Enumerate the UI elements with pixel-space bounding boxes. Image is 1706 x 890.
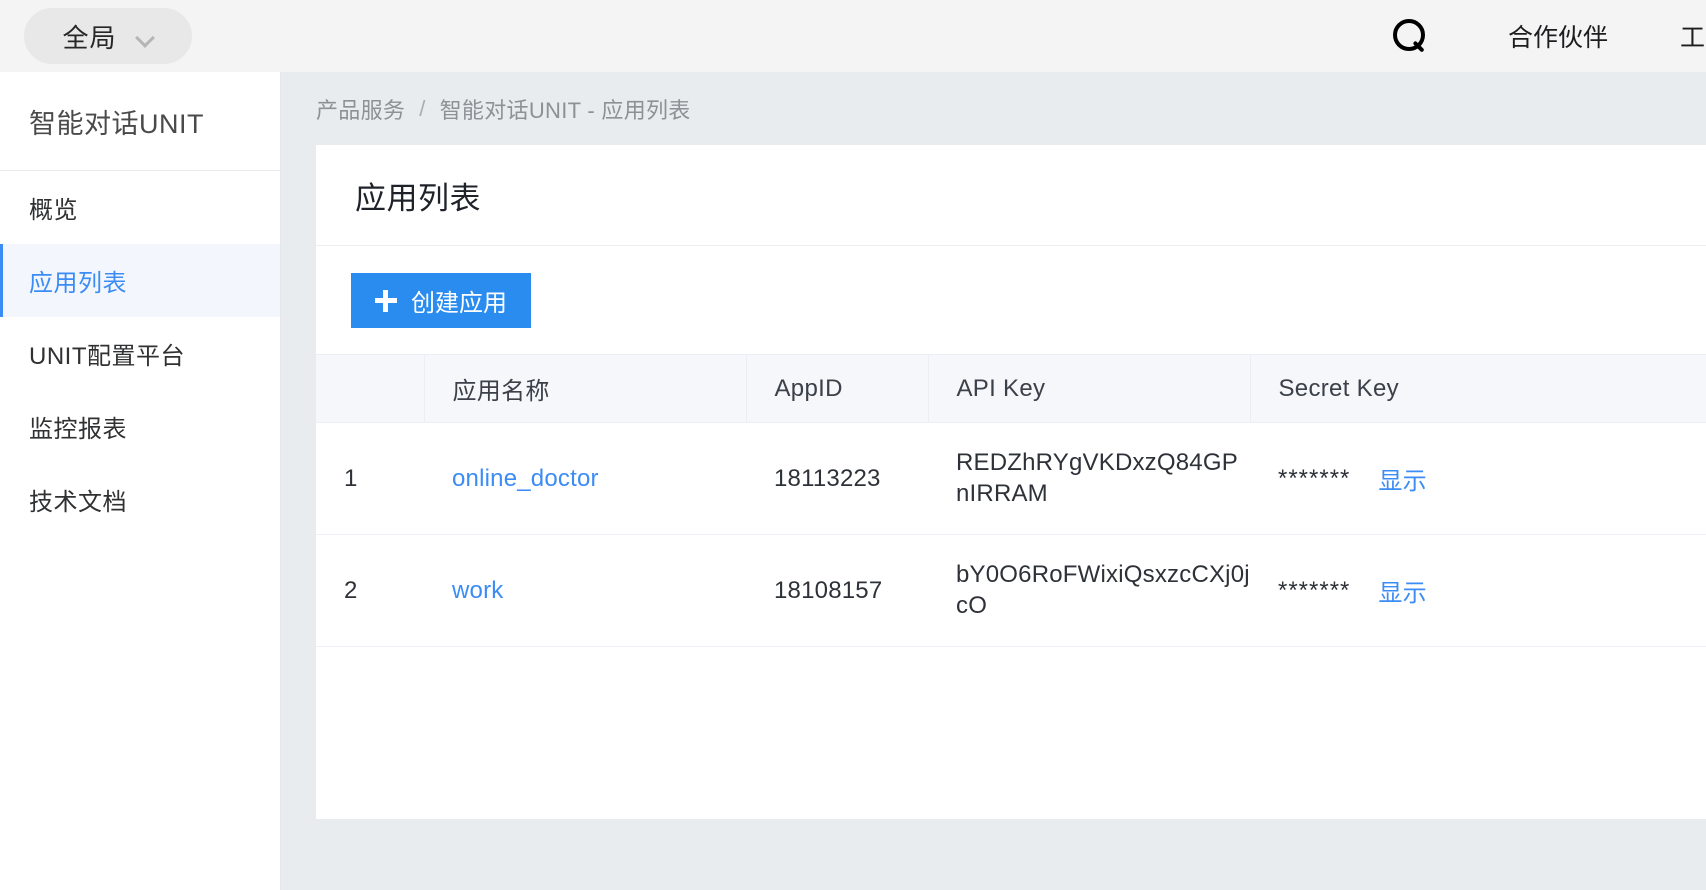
column-header-appid: AppID [746, 354, 929, 423]
sidebar-item-app-list[interactable]: 应用列表 [0, 244, 280, 317]
sidebar-item-unit-config[interactable]: UNIT配置平台 [0, 317, 280, 390]
plus-icon [375, 289, 397, 312]
card-header: 应用列表 [316, 145, 1706, 246]
row-api-key: REDZhRYgVKDxzQ84GPnIRRAM [928, 422, 1250, 535]
scope-selector[interactable]: 全局 [24, 8, 192, 64]
sidebar-item-overview[interactable]: 概览 [0, 171, 280, 244]
chevron-down-icon [137, 31, 154, 41]
row-api-key: bY0O6RoFWixiQsxzcCXj0jcO [928, 534, 1250, 647]
breadcrumb: 产品服务 / 智能对话UNIT - 应用列表 [281, 72, 1706, 145]
nav-link-partners[interactable]: 合作伙伴 [1508, 18, 1608, 54]
breadcrumb-separator: / [419, 95, 426, 121]
secret-key-show-link[interactable]: 显示 [1378, 573, 1426, 608]
search-icon [1392, 19, 1427, 53]
column-header-api-key: API Key [928, 354, 1251, 423]
row-index: 2 [316, 534, 424, 647]
create-app-button[interactable]: 创建应用 [351, 273, 531, 328]
table-body: 1 online_doctor 18113223 REDZhRYgVKDxzQ8… [316, 422, 1706, 647]
table-row: 2 work 18108157 bY0O6RoFWixiQsxzcCXj0jcO… [316, 534, 1706, 647]
sidebar-item-tech-docs[interactable]: 技术文档 [0, 463, 280, 536]
row-secret-key-cell: ******* 显示 [1250, 422, 1706, 535]
table-head: 应用名称 AppID API Key Secret Key [316, 354, 1706, 423]
app-name-link[interactable]: online_doctor [452, 465, 599, 492]
app-list-table: 应用名称 AppID API Key Secret Key 1 online_d… [316, 354, 1706, 647]
row-index: 1 [316, 422, 424, 535]
column-header-app-name: 应用名称 [424, 354, 747, 423]
row-app-name-cell: online_doctor [424, 422, 746, 535]
content-area: 产品服务 / 智能对话UNIT - 应用列表 应用列表 创建应用 应用名称 Ap… [281, 72, 1706, 890]
page-title: 应用列表 [355, 180, 481, 216]
sidebar: 智能对话UNIT 概览 应用列表 UNIT配置平台 监控报表 技术文档 [0, 72, 281, 890]
create-app-button-label: 创建应用 [411, 290, 507, 317]
column-header-index [316, 354, 425, 423]
row-app-name-cell: work [424, 534, 746, 647]
app-name-link[interactable]: work [452, 577, 503, 604]
secret-key-mask: ******* [1278, 576, 1351, 604]
sidebar-title: 智能对话UNIT [0, 72, 280, 171]
column-header-secret-key: Secret Key [1250, 354, 1706, 423]
row-appid: 18113223 [746, 422, 928, 535]
page-root: 全局 合作伙伴 工单 智能对话UNIT 概览 应用列表 UNIT配置平台 监控报… [0, 0, 1706, 890]
nav-link-tickets[interactable]: 工单 [1680, 18, 1706, 54]
secret-key-show-link[interactable]: 显示 [1378, 461, 1426, 496]
table-empty-space [316, 647, 1706, 819]
scope-selector-label: 全局 [62, 22, 117, 53]
card-toolbar: 创建应用 [316, 246, 1706, 354]
secret-key-mask: ******* [1278, 464, 1351, 492]
top-bar: 全局 合作伙伴 工单 [0, 0, 1706, 72]
row-secret-key-cell: ******* 显示 [1250, 534, 1706, 647]
table-row: 1 online_doctor 18113223 REDZhRYgVKDxzQ8… [316, 422, 1706, 535]
sidebar-item-monitor-report[interactable]: 监控报表 [0, 390, 280, 463]
app-list-card: 应用列表 创建应用 应用名称 AppID API Key Secret Key … [316, 145, 1706, 819]
row-appid: 18108157 [746, 534, 928, 647]
breadcrumb-current: 智能对话UNIT - 应用列表 [439, 97, 691, 123]
top-bar-right: 合作伙伴 工单 [1374, 0, 1706, 72]
search-button[interactable] [1374, 0, 1446, 72]
breadcrumb-root[interactable]: 产品服务 [316, 93, 405, 125]
table-header-row: 应用名称 AppID API Key Secret Key [316, 354, 1706, 423]
